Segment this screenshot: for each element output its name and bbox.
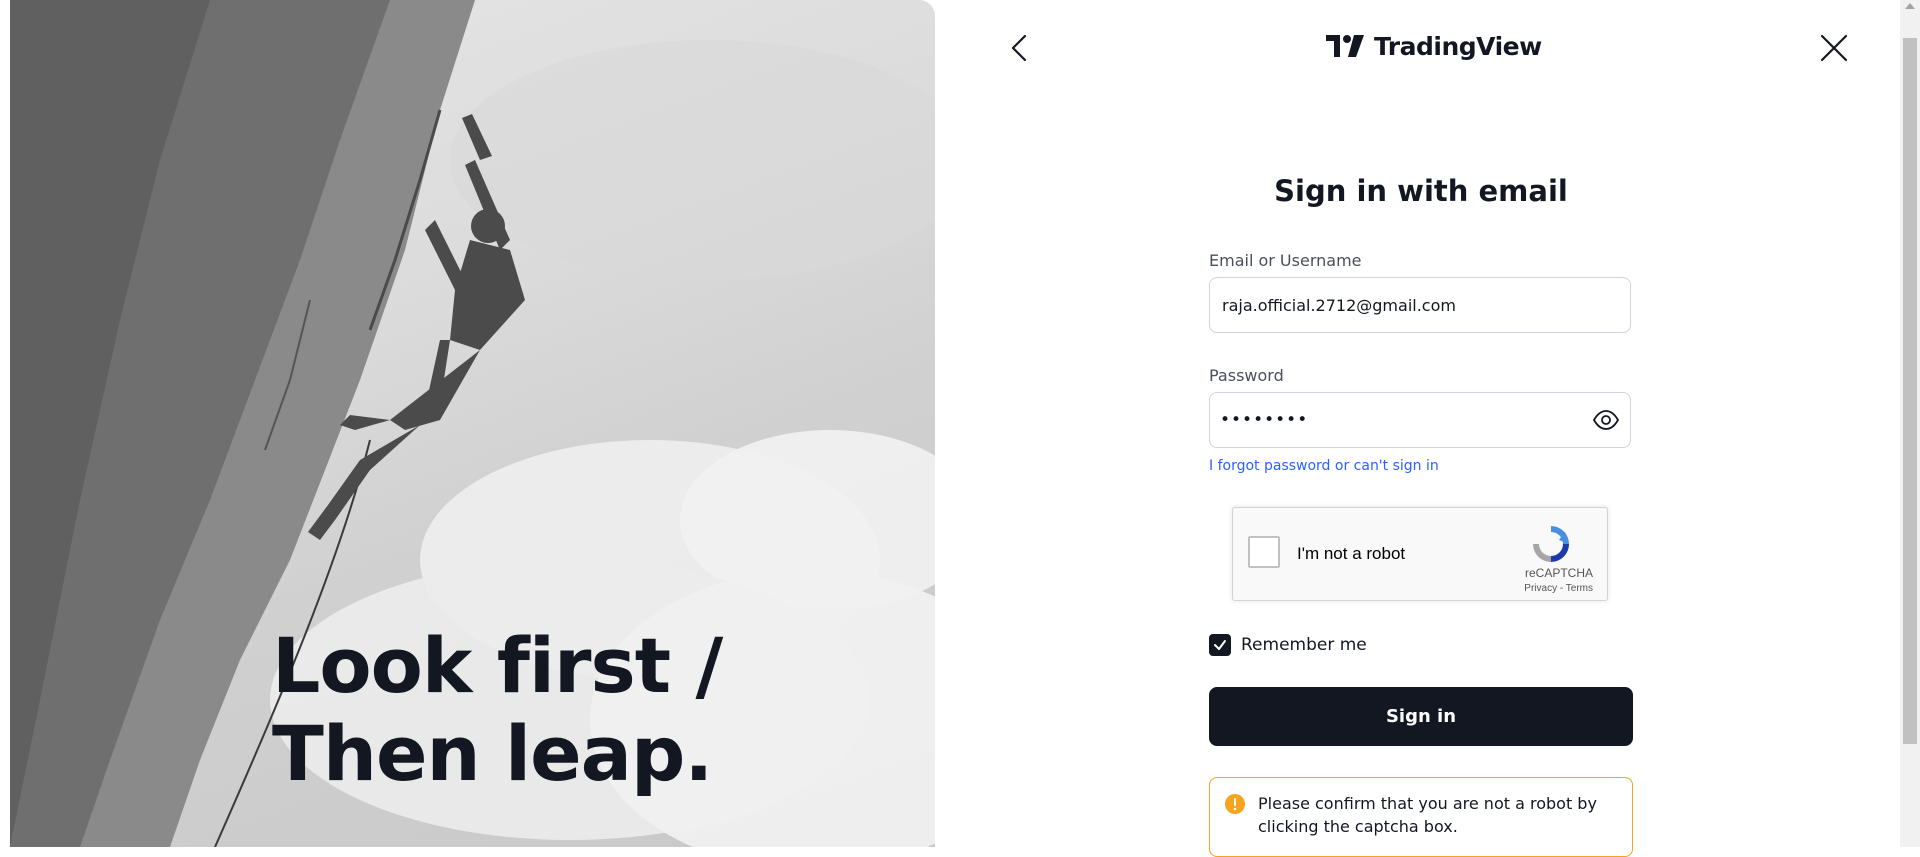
hero-headline: Look first / Then leap. [272, 621, 723, 798]
email-field[interactable] [1209, 277, 1631, 333]
password-input[interactable]: •••••••• [1220, 410, 1592, 430]
back-button[interactable] [1000, 28, 1040, 68]
tradingview-logo: TradingView [1326, 28, 1542, 64]
email-input[interactable] [1220, 294, 1620, 316]
brand-name: TradingView [1374, 31, 1542, 61]
email-label: Email or Username [1209, 251, 1362, 270]
recaptcha-label: I'm not a robot [1297, 544, 1406, 563]
checkmark-icon [1214, 640, 1226, 650]
form-title: Sign in with email [1274, 174, 1568, 208]
recaptcha-terms-link[interactable]: Privacy - Terms [1524, 583, 1593, 594]
tradingview-logo-icon [1326, 35, 1364, 57]
alert-message: Please confirm that you are not a robot … [1258, 794, 1597, 836]
remember-me-label: Remember me [1241, 635, 1367, 655]
recaptcha-widget: I'm not a robot reCAPTCHA Privacy - Term… [1232, 507, 1608, 601]
captcha-warning-alert: Please confirm that you are not a robot … [1209, 777, 1633, 857]
warning-icon [1225, 794, 1245, 814]
eye-icon[interactable] [1592, 406, 1620, 434]
recaptcha-checkbox[interactable] [1248, 536, 1280, 568]
sign-in-button[interactable]: Sign in [1209, 687, 1633, 746]
recaptcha-brand: reCAPTCHA [1524, 566, 1593, 580]
hero-headline-line1: Look first / [272, 621, 723, 710]
hero-image-panel: Look first / Then leap. [10, 0, 935, 847]
password-label: Password [1209, 366, 1284, 385]
close-icon [1820, 34, 1848, 62]
forgot-password-link[interactable]: I forgot password or can't sign in [1209, 458, 1439, 474]
chevron-left-icon [1011, 34, 1027, 62]
scroll-up-arrow-icon[interactable] [1905, 3, 1915, 9]
page-scrollbar[interactable] [1900, 0, 1920, 847]
remember-me-checkbox[interactable]: Remember me [1209, 634, 1367, 656]
recaptcha-icon [1533, 526, 1569, 562]
close-button[interactable] [1814, 28, 1854, 68]
password-field[interactable]: •••••••• [1209, 392, 1631, 448]
scrollbar-thumb[interactable] [1903, 38, 1917, 744]
hero-headline-line2: Then leap. [272, 709, 713, 798]
remember-me-box[interactable] [1209, 634, 1231, 656]
